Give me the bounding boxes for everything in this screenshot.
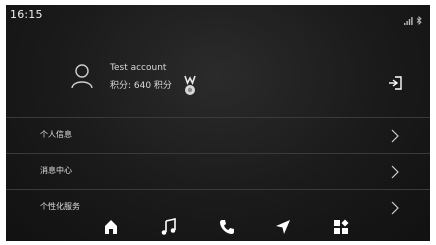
status-icons <box>404 10 422 29</box>
menu-item-personal-info[interactable]: 个人信息 <box>6 117 430 153</box>
medal-icon[interactable] <box>182 75 198 97</box>
nav-music-button[interactable] <box>160 218 178 236</box>
menu-item-label: 个人信息 <box>40 130 72 139</box>
bottom-nav <box>6 211 430 241</box>
music-icon <box>161 218 176 235</box>
chevron-right-icon <box>390 164 400 179</box>
menu-item-message-center[interactable]: 消息中心 <box>6 153 430 189</box>
account-screen: 16:15 Test account 积分: 640 积分 个人信息 消息中心 … <box>6 5 430 241</box>
points-value: 积分: 640 积分 <box>110 81 172 91</box>
bluetooth-icon <box>416 10 422 29</box>
account-name: Test account <box>110 63 167 73</box>
nav-home-button[interactable] <box>102 218 120 236</box>
nav-apps-button[interactable] <box>332 218 350 236</box>
status-bar: 16:15 <box>6 5 430 26</box>
logout-button[interactable] <box>386 73 406 93</box>
nav-navigation-button[interactable] <box>274 218 292 236</box>
menu-item-label: 消息中心 <box>40 166 72 175</box>
menu-list: 个人信息 消息中心 个性化服务 <box>6 117 430 225</box>
user-outline-icon[interactable] <box>70 62 94 90</box>
status-clock: 16:15 <box>10 8 43 21</box>
profile-section: Test account 积分: 640 积分 <box>6 55 430 105</box>
phone-icon <box>220 220 234 234</box>
apps-icon <box>334 219 349 234</box>
navigation-icon <box>276 220 290 234</box>
logout-icon <box>389 76 402 90</box>
cellular-signal-icon <box>404 10 413 29</box>
home-icon <box>105 220 117 234</box>
nav-phone-button[interactable] <box>218 218 236 236</box>
chevron-right-icon <box>390 128 400 143</box>
